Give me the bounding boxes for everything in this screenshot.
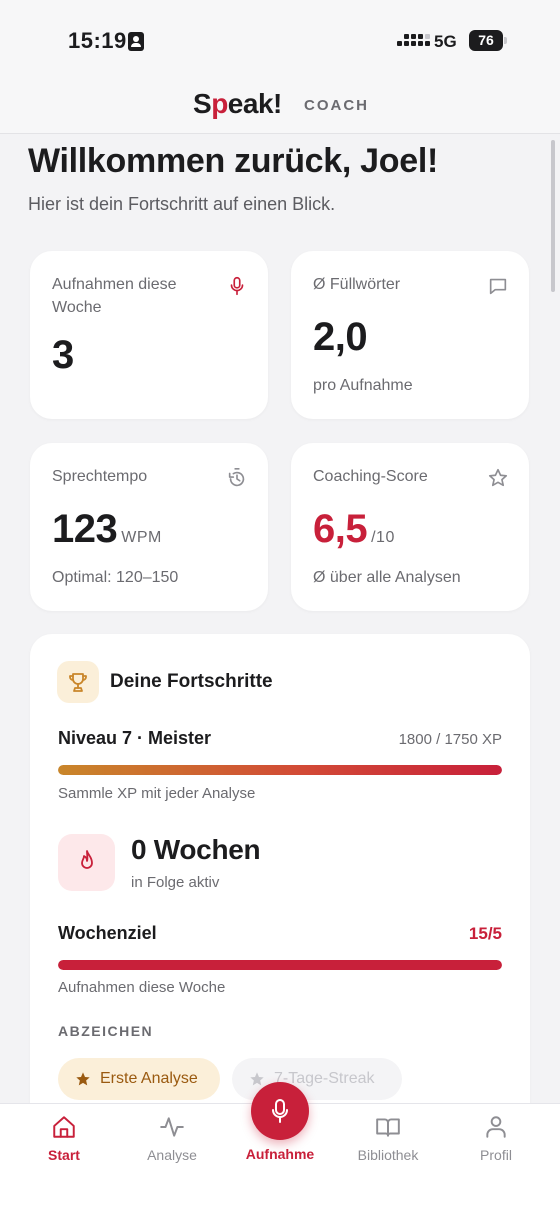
activity-icon: [160, 1117, 184, 1137]
stat-value: 123 WPM: [52, 507, 162, 552]
progress-card: Deine Fortschritte Niveau 7 · Meister 18…: [30, 634, 530, 1134]
timer-icon: [228, 468, 245, 487]
stat-label: Aufnahmen diese Woche: [52, 276, 177, 316]
logo-text-start: S: [193, 88, 212, 119]
status-time: 15:19: [68, 28, 127, 53]
stat-number: 6,5: [313, 507, 368, 551]
message-icon: [489, 278, 507, 295]
tab-bibliothek[interactable]: Bibliothek: [338, 1104, 438, 1174]
status-bar: 15:19 5G 76: [0, 0, 560, 80]
stat-footnote: pro Aufnahme: [313, 377, 413, 394]
badge-first-analysis[interactable]: Erste Analyse: [58, 1058, 220, 1100]
star-icon: [76, 1072, 90, 1086]
streak-badge: [58, 834, 115, 891]
battery-icon: 76: [469, 30, 507, 51]
microphone-icon: [272, 1099, 288, 1123]
cellular-signal-icon: [397, 34, 430, 46]
stat-card-coaching-score[interactable]: Coaching-Score 6,5/10 Ø über alle Analys…: [291, 443, 529, 611]
streak-subtitle: in Folge aktiv: [131, 874, 220, 891]
xp-counter: 1800 / 1750 XP: [398, 731, 502, 748]
stat-label: Sprechtempo: [52, 468, 148, 485]
page-subtitle: Hier ist dein Fortschritt auf einen Blic…: [28, 194, 336, 214]
user-icon: [486, 1116, 506, 1138]
xp-progress-fill: [58, 765, 502, 775]
weekly-goal-fill: [58, 960, 502, 970]
stat-card-recordings[interactable]: Aufnahmen diese Woche 3: [30, 251, 268, 419]
weekly-goal-label: Wochenziel: [58, 923, 157, 943]
stat-label: Ø Füllwörter: [313, 276, 401, 293]
tab-profil[interactable]: Profil: [446, 1104, 546, 1174]
stat-label: Coaching-Score: [313, 468, 428, 485]
logo-accent-letter: p: [211, 88, 228, 119]
tab-label: Start: [48, 1147, 80, 1163]
tab-label: Bibliothek: [357, 1147, 419, 1163]
stat-card-filler-words[interactable]: Ø Füllwörter 2,0 pro Aufnahme: [291, 251, 529, 419]
xp-progress-bar: [58, 765, 502, 775]
scrollbar[interactable]: [551, 140, 555, 292]
stat-value: 3: [52, 333, 74, 377]
contact-card-icon: [128, 32, 144, 51]
xp-note: Sammle XP mit jeder Analyse: [58, 785, 256, 802]
page-title: Willkommen zurück, Joel!: [28, 142, 439, 180]
star-icon: [488, 468, 508, 487]
app-header: Speak! COACH: [0, 80, 560, 134]
tab-analyse[interactable]: Analyse: [122, 1104, 222, 1174]
tab-start[interactable]: Start: [14, 1104, 114, 1174]
stat-footnote: Ø über alle Analysen: [313, 569, 461, 586]
home-icon: [53, 1116, 75, 1138]
microphone-icon: [230, 276, 244, 296]
record-button[interactable]: [251, 1082, 309, 1140]
trophy-badge: [57, 661, 99, 703]
badge-label: Erste Analyse: [100, 1070, 198, 1087]
stat-unit: WPM: [121, 529, 162, 546]
logo-text-end: eak!: [227, 88, 283, 119]
badges-heading: ABZEICHEN: [58, 1023, 154, 1039]
stat-value: 6,5/10: [313, 507, 395, 552]
tab-label: Analyse: [147, 1147, 197, 1163]
trophy-icon: [69, 673, 87, 692]
weekly-goal-bar: [58, 960, 502, 970]
network-type: 5G: [434, 32, 457, 51]
weekly-goal-note: Aufnahmen diese Woche: [58, 979, 226, 996]
stat-value: 2,0: [313, 315, 368, 359]
flame-icon: [81, 850, 93, 869]
progress-title: Deine Fortschritte: [110, 671, 273, 692]
logo-subtitle: COACH: [304, 97, 369, 114]
star-icon: [250, 1072, 264, 1086]
weekly-goal-value: 15/5: [468, 924, 502, 943]
book-icon: [376, 1118, 400, 1137]
stat-number: 123: [52, 507, 118, 551]
stat-unit: /10: [371, 529, 395, 546]
tab-label-aufnahme[interactable]: Aufnahme: [230, 1146, 330, 1162]
streak-value: 0 Wochen: [131, 834, 261, 865]
stat-card-speaking-rate[interactable]: Sprechtempo 123 WPM Optimal: 120–150: [30, 443, 268, 611]
stat-footnote: Optimal: 120–150: [52, 569, 179, 586]
tab-label: Profil: [480, 1147, 512, 1163]
level-label: Niveau 7 · Meister: [58, 728, 212, 748]
app-logo[interactable]: Speak!: [193, 88, 282, 120]
